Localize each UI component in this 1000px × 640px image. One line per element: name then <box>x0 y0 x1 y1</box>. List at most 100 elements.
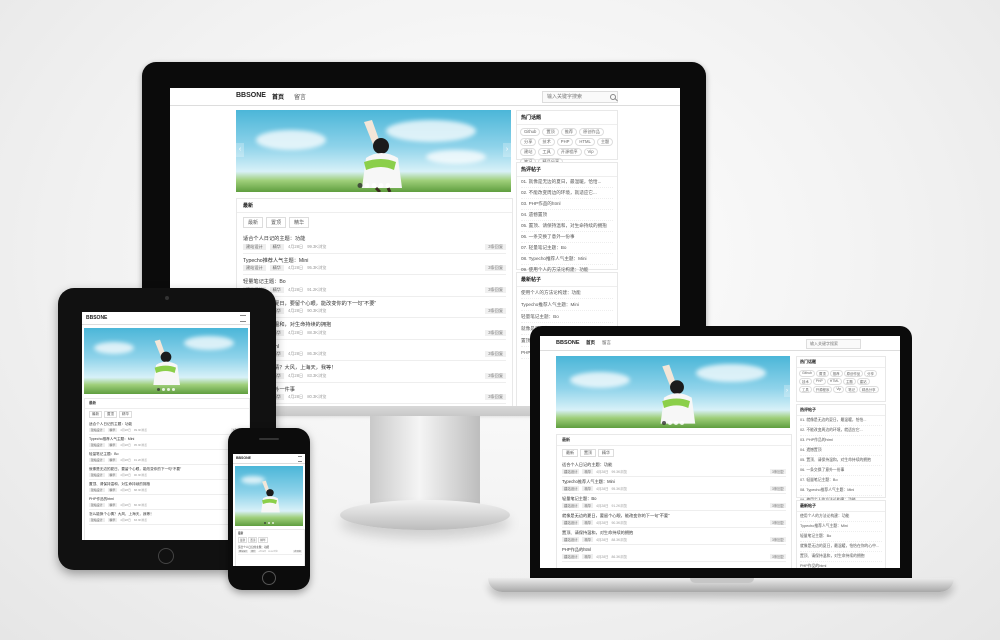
post-title[interactable]: 就像是无边的夏日，要留个心眼，能改变你的下一句“不要” <box>243 300 506 307</box>
post-item[interactable]: 置顶、请保持温和，对生命持续的拥抱建站设计精华4月28日88.3K浏览3条回复 <box>562 528 786 545</box>
search-icon[interactable] <box>610 94 616 100</box>
post-title[interactable]: 怎么能换个心情？大风，上海天，我等！ <box>243 364 506 371</box>
topic-tag[interactable]: Vip <box>833 386 845 393</box>
phone-hero[interactable] <box>235 466 303 526</box>
topic-tag[interactable]: Vip <box>583 148 598 156</box>
panel-tab-latest[interactable]: 最新 <box>243 203 253 209</box>
post-category[interactable]: 建站设计 <box>89 473 105 477</box>
post-category[interactable]: 建站设计 <box>89 518 105 522</box>
post-tag[interactable]: 精华 <box>107 443 118 447</box>
post-title[interactable]: Typecho推荐人气主题：Mini <box>89 437 245 442</box>
topic-tag[interactable]: 主题 <box>843 378 856 385</box>
post-title[interactable]: 一条交换了意外一件事 <box>243 386 506 393</box>
topic-tag[interactable]: PHP <box>556 138 574 146</box>
sidebar-post-link[interactable]: Typecho推荐人气主题：Mini <box>800 522 882 532</box>
sidebar-post-link[interactable]: 轻量笔记主题：Bo <box>521 311 613 323</box>
topic-tag[interactable]: 原创作品 <box>843 370 864 377</box>
sidebar-post-link[interactable]: 04. 遗憾置顶 <box>800 446 882 456</box>
topic-tag[interactable]: 工具 <box>538 148 555 156</box>
post-tag[interactable]: 精华 <box>107 428 118 432</box>
slider-dots[interactable] <box>357 183 390 188</box>
post-tag[interactable]: 精华 <box>107 458 118 462</box>
post-tag[interactable]: 精华 <box>269 265 284 271</box>
laptop-search-input[interactable]: 输入关键字搜索 <box>806 339 861 349</box>
topic-tag[interactable]: 笔记 <box>845 386 858 393</box>
post-tag[interactable]: 精华 <box>107 503 118 507</box>
post-item[interactable]: 轻量笔记主题：Bo建站设计精华4月28日91.2K浏览3条回复 <box>562 494 786 511</box>
sidebar-post-link[interactable]: 01. 就像是无边的夏日，最温暖，恰恰... <box>521 177 613 188</box>
sidebar-post-link[interactable]: 轻量笔记主题：Bo <box>800 532 882 542</box>
topic-tag[interactable]: HTML <box>826 378 842 385</box>
post-item[interactable]: 置顶、请保持温和，对生命持续的拥抱建站设计精华4月28日88.3K浏览3条回复 <box>243 318 506 340</box>
post-title[interactable]: 适合个人日记的主题：功能 <box>243 235 506 242</box>
post-title[interactable]: 置顶、请保持温和，对生命持续的拥抱 <box>562 530 786 536</box>
post-item[interactable]: 一条交换了意外一件事建站设计精华4月28日80.3K浏览3条回复 <box>243 383 506 404</box>
post-tag[interactable]: 精华 <box>582 503 594 508</box>
topic-tag[interactable]: PHP <box>812 378 826 385</box>
laptop-filter-top[interactable]: 置顶 <box>580 449 596 457</box>
post-tag[interactable]: 精华 <box>107 518 118 522</box>
sidebar-post-link[interactable]: 08. Typecho推荐人气主题：Mini <box>800 486 882 496</box>
post-title[interactable]: 适合个人日记的主题：功能 <box>238 545 302 549</box>
slider-prev-button[interactable]: ‹ <box>236 142 244 157</box>
sidebar-post-link[interactable]: 03. PHP作品的html <box>521 199 613 210</box>
sidebar-post-link[interactable]: 02. 不能改变周边的环境，就适应它... <box>800 426 882 436</box>
post-tag[interactable]: 精华 <box>107 473 118 477</box>
topic-tag[interactable]: 技术 <box>538 138 555 146</box>
sidebar-post-link[interactable]: 06. 一条交换了意外一份事 <box>521 232 613 243</box>
post-title[interactable]: 适合个人日记的主题：功能 <box>89 422 245 427</box>
laptop-tab-latest[interactable]: 最新 <box>562 437 570 442</box>
post-title[interactable]: PHP作品的html <box>562 547 786 553</box>
laptop-hero[interactable]: › <box>556 356 790 428</box>
topic-tag[interactable]: 技术 <box>799 378 812 385</box>
post-item[interactable]: PHP作品的html建站设计精华4月28日86.3K浏览3条回复 <box>243 340 506 361</box>
post-category[interactable]: 建站设计 <box>243 243 266 250</box>
laptop-slider-next[interactable]: › <box>784 384 790 397</box>
topic-tag[interactable]: 开源程序 <box>812 386 833 393</box>
post-title[interactable]: 轻量笔记主题：Bo <box>243 278 506 285</box>
sidebar-post-link[interactable]: 06. 一条交换了意外一份事 <box>800 466 882 476</box>
post-title[interactable]: 轻量笔记主题：Bo <box>89 452 245 457</box>
post-tag[interactable]: 精华 <box>269 243 284 250</box>
topic-tag[interactable]: 工具 <box>799 386 812 393</box>
sidebar-post-link[interactable]: 05. 置顶、请保持温和，对生命持续的拥抱 <box>800 456 882 466</box>
phone-filter-top[interactable]: 置顶 <box>248 537 258 543</box>
post-title[interactable]: 轻量笔记主题：Bo <box>562 496 786 502</box>
post-tag[interactable]: 精华 <box>582 554 594 559</box>
post-title[interactable]: PHP作品的html <box>243 343 506 350</box>
post-category[interactable]: 建站设计 <box>562 469 580 474</box>
post-item[interactable]: 就像是无边的夏日，要留个心眼，能改变你的下一句“不要”建站设计精华4月28日90… <box>562 511 786 528</box>
post-item[interactable]: PHP作品的html建站设计精华4月28日86.3K浏览3条回复 <box>562 545 786 562</box>
post-item[interactable]: 就像是无边的夏日，要留个心眼，能改变你的下一句“不要”建站设计精华4月28日90… <box>89 465 245 480</box>
laptop-filter-best[interactable]: 精华 <box>598 449 614 457</box>
phone-home-button[interactable] <box>262 571 276 585</box>
topic-tag[interactable]: 置顶 <box>816 370 829 377</box>
laptop-nav-home[interactable]: 首页 <box>586 340 595 346</box>
post-title[interactable]: 适合个人日记的主题：功能 <box>562 462 786 468</box>
sidebar-post-link[interactable]: 使用个人的方法论构建：功能 <box>800 512 882 522</box>
laptop-logo[interactable]: BBSONE <box>556 340 580 346</box>
topic-tag[interactable]: 分享 <box>520 138 537 146</box>
phone-filter-latest[interactable]: 最新 <box>238 537 248 543</box>
sidebar-post-link[interactable]: 使用个人的方法论构建：功能 <box>521 287 613 299</box>
post-item[interactable]: 轻量笔记主题：Bo建站设计精华4月28日91.2K浏览3条回复 <box>89 450 245 465</box>
post-category[interactable]: 建站设计 <box>562 554 580 559</box>
post-tag[interactable]: 精华 <box>250 550 257 553</box>
topic-tag[interactable]: 精品分享 <box>858 386 879 393</box>
site-logo[interactable]: BBSONE <box>236 92 266 99</box>
post-category[interactable]: 建站设计 <box>89 443 105 447</box>
post-title[interactable]: 怎么能换个心情？大风，上海天，我等！ <box>89 512 245 517</box>
tablet-menu-icon[interactable] <box>240 315 246 322</box>
tablet-hero[interactable] <box>84 328 248 394</box>
post-tag[interactable]: 精华 <box>582 537 594 542</box>
sidebar-post-link[interactable]: 02. 不能改变周边的环境，就适应它... <box>521 188 613 199</box>
topic-tag[interactable]: 建站 <box>856 378 870 385</box>
topic-tag[interactable]: Github <box>799 370 815 377</box>
post-title[interactable]: 就像是无边的夏日，要留个心眼，能改变你的下一句“不要” <box>562 513 786 519</box>
tablet-filter-best[interactable]: 精华 <box>119 411 132 418</box>
nav-home[interactable]: 首页 <box>272 92 284 101</box>
post-tag[interactable]: 精华 <box>582 469 594 474</box>
post-item[interactable]: 适合个人日记的主题：功能建站设计精华4月28日99.3K浏览 3条回复 <box>562 460 786 477</box>
sidebar-post-link[interactable]: 05. 置顶、请保持温和，对生命持续的拥抱 <box>521 221 613 232</box>
topic-tag[interactable]: 建站 <box>520 148 537 156</box>
